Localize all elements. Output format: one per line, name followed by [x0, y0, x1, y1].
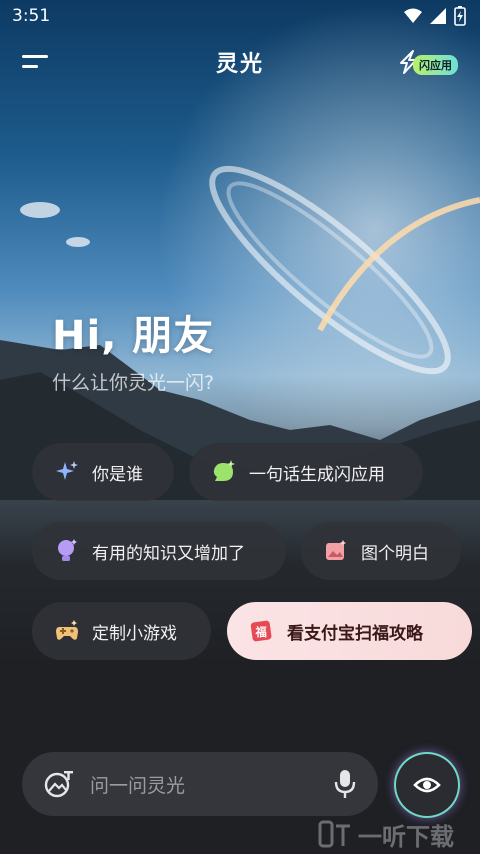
battery-charging-icon — [454, 6, 466, 26]
status-bar: 3:51 — [0, 0, 480, 32]
app-screen: 3:51 灵光 闪应用 Hi, 朋友 什么让你灵光一闪? 你是谁 一句话生成闪应… — [0, 0, 480, 854]
eye-vision-button[interactable] — [394, 752, 460, 818]
lightbulb-icon — [54, 538, 80, 564]
chat-input-bar[interactable]: 问一问灵光 — [22, 752, 378, 816]
chip-label: 你是谁 — [92, 464, 143, 485]
suggestion-chip-image-explain[interactable]: 图个明白 — [301, 522, 461, 580]
sparkle-icon — [54, 459, 80, 485]
chip-label: 有用的知识又增加了 — [92, 543, 245, 564]
suggestion-chip-alipay-fu[interactable]: 福 看支付宝扫福攻略 — [227, 602, 472, 660]
signal-icon — [430, 8, 446, 24]
chip-label: 定制小游戏 — [92, 623, 177, 644]
svg-text:福: 福 — [255, 625, 267, 639]
suggestion-chip-knowledge[interactable]: 有用的知识又增加了 — [32, 522, 286, 580]
fu-card-icon: 福 — [249, 618, 275, 644]
eye-icon — [413, 777, 441, 793]
status-time: 3:51 — [12, 6, 51, 26]
menu-icon[interactable] — [22, 52, 50, 72]
flash-app-button[interactable]: 闪应用 — [397, 46, 458, 78]
app-title: 灵光 — [215, 52, 264, 77]
watermark-text: 一听下载 — [358, 822, 454, 851]
flash-app-badge: 闪应用 — [413, 55, 458, 75]
greeting-title: Hi, 朋友 — [52, 313, 215, 359]
suggestion-chip-who-are-you[interactable]: 你是谁 — [32, 443, 174, 501]
microphone-icon[interactable] — [334, 768, 356, 800]
image-sparkle-icon — [323, 538, 349, 564]
greeting-subtitle: 什么让你灵光一闪? — [52, 372, 215, 394]
image-upload-icon[interactable] — [44, 770, 74, 798]
top-app-bar: 灵光 闪应用 — [0, 40, 480, 84]
watermark-logo-icon — [318, 820, 350, 848]
chip-label: 一句话生成闪应用 — [249, 464, 385, 485]
chat-input-field[interactable]: 问一问灵光 — [90, 771, 334, 798]
chat-bubble-icon — [211, 459, 237, 485]
suggestion-chip-custom-game[interactable]: 定制小游戏 — [32, 602, 211, 660]
chip-label: 图个明白 — [361, 543, 429, 564]
suggestion-chip-generate-flash-app[interactable]: 一句话生成闪应用 — [189, 443, 423, 501]
gamepad-icon — [54, 618, 80, 644]
wifi-icon — [404, 8, 422, 23]
chip-label: 看支付宝扫福攻略 — [287, 623, 423, 644]
watermark: 一听下载 — [318, 814, 480, 854]
